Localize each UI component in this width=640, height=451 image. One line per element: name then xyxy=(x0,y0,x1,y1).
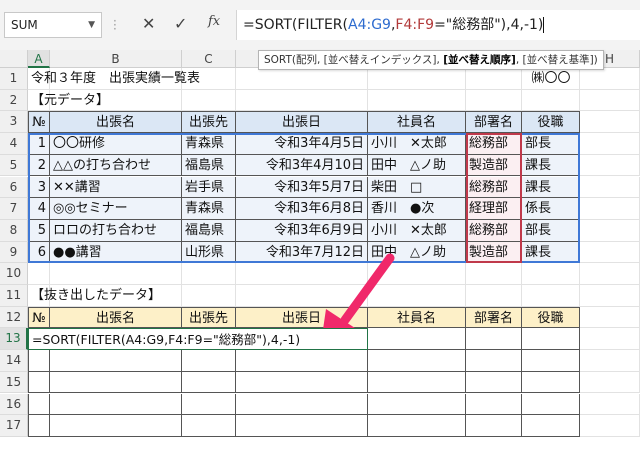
tooltip-post: , [並べ替え基準]) xyxy=(515,54,598,66)
active-cell-a13[interactable]: =SORT(FILTER(A4:G9,F4:F9="総務部"),4,-1) xyxy=(28,328,368,351)
tooltip-current-arg: [並べ替え順序] xyxy=(443,54,516,66)
arrow-shaft xyxy=(340,253,395,325)
tooltip-pre: SORT(配列, [並べ替えインデックス], xyxy=(264,54,444,66)
function-tooltip: SORT(配列, [並べ替えインデックス], [並べ替え順序], [並べ替え基準… xyxy=(258,50,604,70)
